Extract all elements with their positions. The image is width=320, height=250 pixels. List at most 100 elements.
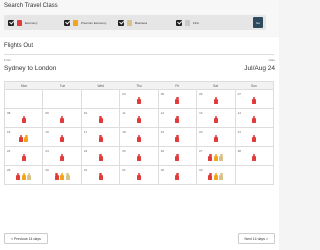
seat-icon[interactable] — [213, 154, 218, 161]
seat-icon[interactable] — [136, 97, 141, 104]
checkbox-economy[interactable] — [8, 19, 14, 26]
seat-icon[interactable] — [136, 173, 141, 180]
seat-availability — [197, 135, 234, 142]
seat-icon[interactable] — [98, 173, 103, 180]
seat-icon[interactable] — [175, 173, 180, 180]
seat-icon — [73, 19, 78, 26]
seat-icon[interactable] — [98, 116, 103, 123]
class-premium-economy[interactable]: Premium Economy — [64, 18, 106, 27]
seat-icon[interactable] — [21, 173, 26, 180]
go-button[interactable]: Go — [253, 17, 263, 28]
calendar-day[interactable]: 16 — [43, 128, 82, 147]
calendar-day[interactable]: 05 — [158, 90, 198, 109]
seat-icon[interactable] — [252, 135, 257, 142]
next-14-days-button[interactable]: Next 14 days > — [237, 233, 275, 244]
day-number: 20 — [199, 130, 203, 134]
seat-icon[interactable] — [60, 116, 65, 123]
calendar-day[interactable]: 24 — [81, 147, 121, 166]
seat-availability — [197, 97, 234, 104]
seat-icon[interactable] — [252, 154, 257, 161]
calendar-day[interactable]: 29 — [5, 166, 44, 185]
class-business[interactable]: Business — [118, 18, 147, 27]
calendar-day[interactable]: 20 — [197, 128, 236, 147]
seat-icon[interactable] — [252, 116, 257, 123]
calendar-day[interactable]: 19 — [158, 128, 198, 147]
calendar-day[interactable]: 07 — [235, 90, 274, 109]
seat-icon[interactable] — [213, 135, 218, 142]
seat-icon[interactable] — [175, 97, 180, 104]
seat-icon — [17, 19, 22, 26]
calendar-day[interactable]: 12 — [158, 109, 198, 128]
seat-icon[interactable] — [98, 154, 103, 161]
day-number: 09 — [45, 111, 49, 115]
calendar-day[interactable]: 21 — [235, 128, 274, 147]
calendar-week: 22 23 24 25 26 27 28 — [4, 147, 274, 166]
calendar-day[interactable]: 26 — [158, 147, 198, 166]
calendar-day[interactable]: 08 — [5, 109, 44, 128]
checkbox-first[interactable] — [176, 19, 182, 26]
seat-icon[interactable] — [136, 135, 141, 142]
seat-icon[interactable] — [175, 135, 180, 142]
calendar-day[interactable]: 22 — [5, 147, 44, 166]
seat-icon[interactable] — [24, 135, 29, 142]
seat-icon[interactable] — [136, 116, 141, 123]
calendar-day[interactable]: 18 — [120, 128, 159, 147]
previous-14-days-button[interactable]: < Previous 14 days — [4, 233, 48, 244]
calendar-day[interactable]: 30 — [43, 166, 82, 185]
calendar-day[interactable]: 17 — [81, 128, 121, 147]
checkbox-premium-economy[interactable] — [64, 19, 70, 26]
seat-icon[interactable] — [213, 173, 218, 180]
calendar-day[interactable]: 10 — [81, 109, 121, 128]
seat-icon[interactable] — [54, 173, 59, 180]
calendar-day[interactable]: 28 — [235, 147, 274, 166]
calendar-day[interactable]: 02 — [158, 166, 198, 185]
seat-icon[interactable] — [60, 173, 65, 180]
seat-icon[interactable] — [16, 173, 21, 180]
calendar-day[interactable]: 04 — [120, 90, 159, 109]
seat-availability — [197, 116, 234, 123]
seat-icon[interactable] — [219, 154, 224, 161]
seat-icon[interactable] — [18, 135, 23, 142]
calendar-week: 29 30 31 01 02 03 — [4, 166, 274, 185]
seat-icon[interactable] — [21, 116, 26, 123]
seat-icon[interactable] — [21, 154, 26, 161]
day-number: 15 — [7, 130, 11, 134]
calendar-day[interactable]: 09 — [43, 109, 82, 128]
seat-icon[interactable] — [252, 97, 257, 104]
seat-icon[interactable] — [175, 116, 180, 123]
seat-icon[interactable] — [213, 116, 218, 123]
day-number: 19 — [160, 130, 165, 134]
panel-title: Search Travel Class — [4, 3, 58, 9]
calendar-day[interactable]: 25 — [120, 147, 159, 166]
seat-icon[interactable] — [136, 154, 141, 161]
seat-icon[interactable] — [60, 154, 65, 161]
calendar-day[interactable]: 31 — [81, 166, 121, 185]
seat-icon[interactable] — [208, 154, 213, 161]
day-number: 12 — [160, 111, 165, 115]
checkbox-business[interactable] — [118, 19, 124, 26]
seat-availability — [43, 173, 80, 180]
seat-icon[interactable] — [27, 173, 32, 180]
day-header-sat: Sat — [213, 84, 218, 88]
seat-icon[interactable] — [65, 173, 70, 180]
day-number: 30 — [45, 168, 49, 172]
seat-icon[interactable] — [213, 97, 218, 104]
seat-icon[interactable] — [98, 135, 103, 142]
calendar-day[interactable]: 14 — [235, 109, 274, 128]
calendar-day[interactable]: 23 — [43, 147, 82, 166]
calendar-day[interactable]: 06 — [197, 90, 236, 109]
calendar-week: 15 16 17 18 19 20 21 — [4, 128, 274, 147]
class-economy[interactable]: Economy — [8, 18, 38, 27]
calendar-day[interactable]: 03 — [197, 166, 236, 185]
calendar-day[interactable]: 13 — [197, 109, 236, 128]
seat-icon[interactable] — [60, 135, 65, 142]
seat-availability — [120, 154, 157, 161]
calendar-day[interactable]: 11 — [120, 109, 159, 128]
calendar-day[interactable]: 01 — [120, 166, 159, 185]
seat-icon[interactable] — [175, 154, 180, 161]
seat-icon[interactable] — [219, 173, 224, 180]
seat-icon[interactable] — [208, 173, 213, 180]
calendar-day[interactable]: 27 — [197, 147, 236, 166]
class-first[interactable]: First — [176, 18, 199, 27]
calendar-day[interactable]: 15 — [5, 128, 44, 147]
